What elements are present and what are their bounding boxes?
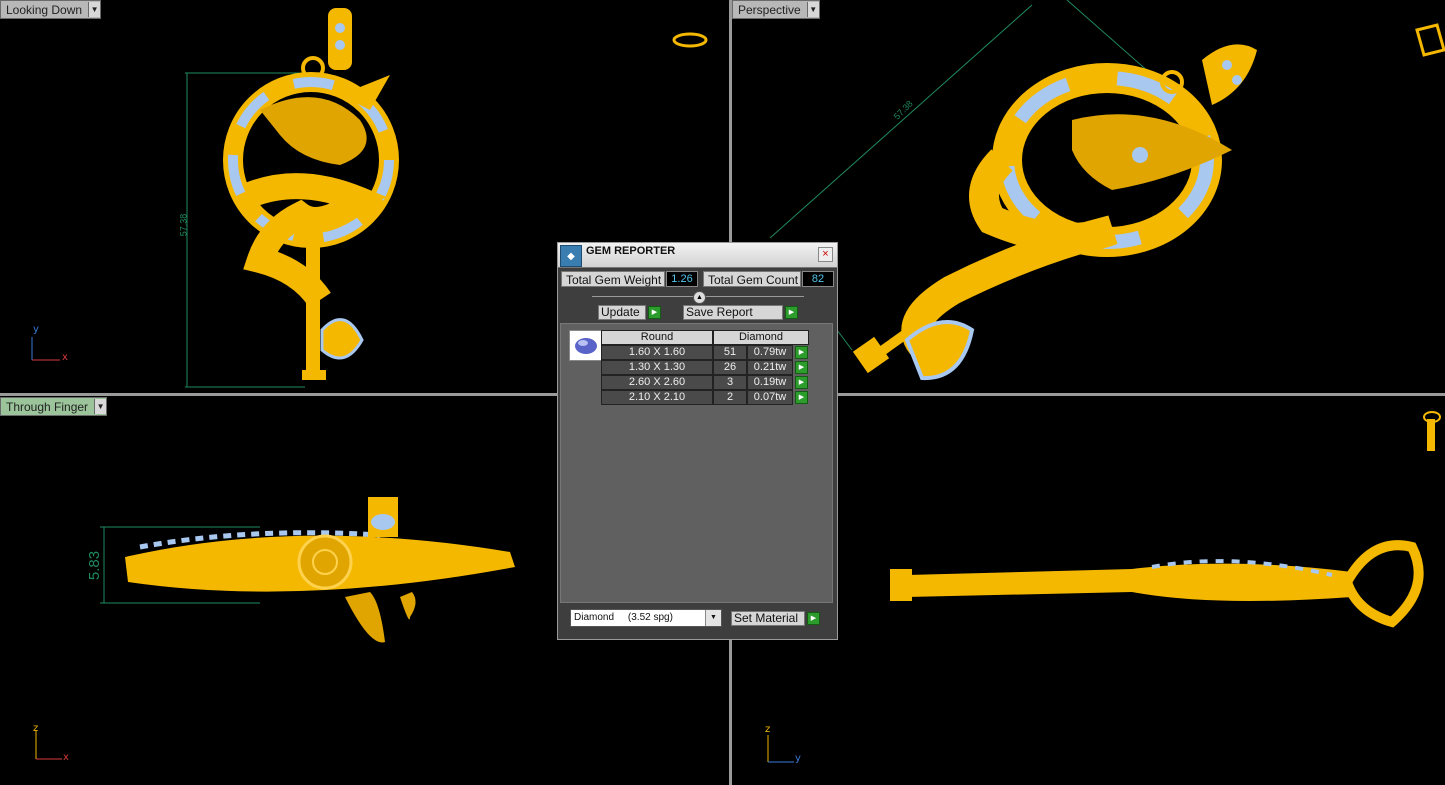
material-select-value: Diamond (3.52 spg): [574, 612, 673, 623]
axis-z-label: z: [765, 724, 771, 735]
collapse-icon[interactable]: ▲: [693, 291, 706, 304]
row-weight: 0.19tw: [747, 375, 793, 390]
viewport-label-through-finger[interactable]: Through Finger ▼: [0, 397, 108, 416]
total-gem-weight-label: Total Gem Weight: [561, 271, 665, 287]
set-material-button[interactable]: Set Material: [731, 611, 805, 626]
axis-z-label: z: [33, 723, 39, 734]
dimension-label: 57.38: [178, 213, 189, 237]
bottom-right-scene: [767, 411, 1441, 763]
row-weight: 0.79tw: [747, 345, 793, 360]
row-size: 1.60 X 1.60: [601, 345, 713, 360]
viewport-label-text: Looking Down: [6, 2, 83, 17]
axis-y-label: y: [33, 324, 39, 335]
viewport-label-looking-down[interactable]: Looking Down ▼: [0, 0, 102, 19]
viewport-bottom-right[interactable]: z y: [732, 397, 1445, 785]
set-material-go-icon[interactable]: ▶: [807, 612, 820, 625]
row-count: 2: [713, 390, 747, 405]
close-icon[interactable]: ×: [818, 247, 833, 262]
row-size: 1.30 X 1.30: [601, 360, 713, 375]
row-go-icon[interactable]: ▶: [795, 346, 808, 359]
row-count: 51: [713, 345, 747, 360]
round-gem-icon[interactable]: [569, 330, 603, 361]
axis-x-label: x: [62, 352, 68, 363]
row-go-icon[interactable]: ▶: [795, 391, 808, 404]
row-size: 2.10 X 2.10: [601, 390, 713, 405]
row-go-icon[interactable]: ▶: [795, 376, 808, 389]
chevron-down-icon[interactable]: ▼: [705, 610, 721, 626]
total-gem-count-label: Total Gem Count: [703, 271, 801, 287]
viewport-top-right[interactable]: 57.38 Perspective ▼: [732, 0, 1445, 393]
row-go-icon[interactable]: ▶: [795, 361, 808, 374]
row-weight: 0.07tw: [747, 390, 793, 405]
dialog-title: GEM REPORTER: [586, 245, 676, 257]
row-weight: 0.21tw: [747, 360, 793, 375]
viewport-label-text: Perspective: [738, 2, 801, 17]
row-count: 26: [713, 360, 747, 375]
total-gem-count-value: 82: [802, 271, 834, 287]
chevron-down-icon[interactable]: ▼: [806, 2, 819, 17]
material-select[interactable]: Diamond (3.52 spg) ▼: [570, 609, 722, 627]
gem-table-panel: Round Diamond 1.60 X 1.60 51 0.79tw ▶ 1.…: [560, 323, 833, 603]
chevron-down-icon[interactable]: ▼: [88, 2, 101, 17]
update-go-icon[interactable]: ▶: [648, 306, 661, 319]
top-right-scene: [769, 0, 1445, 381]
viewport-label-text: Through Finger: [6, 399, 89, 414]
row-size: 2.60 X 2.60: [601, 375, 713, 390]
save-report-go-icon[interactable]: ▶: [785, 306, 798, 319]
header-diamond: Diamond: [713, 330, 809, 345]
chevron-down-icon[interactable]: ▼: [94, 399, 107, 414]
dialog-title-bar[interactable]: ◆ GEM REPORTER ×: [558, 243, 837, 268]
dimension-label: 5.83: [86, 550, 104, 581]
gem-reporter-icon: ◆: [560, 245, 582, 267]
gem-reporter-dialog[interactable]: ◆ GEM REPORTER × Total Gem Weight 1.26 T…: [557, 242, 838, 640]
axis-y-label: y: [795, 753, 801, 764]
header-round: Round: [601, 330, 713, 345]
viewport-label-perspective[interactable]: Perspective ▼: [732, 0, 820, 19]
total-gem-weight-value: 1.26: [666, 271, 698, 287]
update-button[interactable]: Update: [598, 305, 646, 320]
axis-x-label: x: [63, 752, 69, 763]
save-report-button[interactable]: Save Report: [683, 305, 783, 320]
row-count: 3: [713, 375, 747, 390]
